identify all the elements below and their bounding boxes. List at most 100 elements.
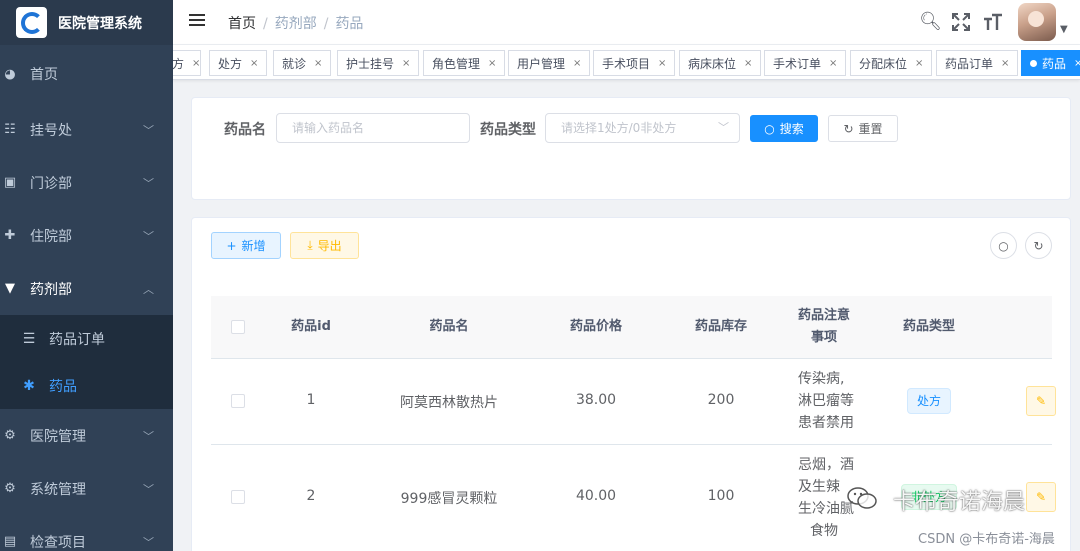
tag-item[interactable]: 方 × [173, 50, 201, 76]
type-tag-prescription: 处方 [907, 388, 952, 414]
checkup-icon: ▤ [3, 534, 17, 549]
logo-area[interactable]: 医院管理系统 [0, 0, 173, 45]
tag-item[interactable]: 手术项目 × [593, 50, 676, 76]
close-icon[interactable]: × [1001, 58, 1009, 69]
font-size-icon[interactable] [983, 12, 1003, 32]
close-icon[interactable]: × [1074, 58, 1080, 69]
close-icon[interactable]: × [744, 58, 752, 69]
app-logo-icon [16, 7, 47, 38]
cell-price: 40.00 [575, 488, 617, 504]
sidebar-item-outpatient[interactable]: ▣ 门诊部 ﹀ [0, 156, 173, 209]
drug-name-label: 药品名 [224, 122, 266, 138]
column-header: 药品库存 [694, 319, 747, 334]
fullscreen-icon[interactable] [952, 13, 970, 31]
row-checkbox[interactable] [231, 490, 245, 504]
close-icon[interactable]: × [658, 58, 666, 69]
tag-label: 护士挂号 [346, 56, 395, 71]
active-dot-icon [1030, 59, 1037, 67]
registration-icon: ☷ [4, 122, 16, 137]
inpatient-icon: ✚ [4, 228, 16, 243]
sidebar-item-inpatient[interactable]: ✚ 住院部 ﹀ [0, 209, 173, 262]
tag-item[interactable]: 护士挂号 × [337, 50, 420, 76]
tag-item[interactable]: 角色管理 × [423, 50, 506, 76]
cell-stock: 100 [707, 488, 735, 504]
hamburger-icon[interactable] [189, 14, 205, 30]
list-icon: ☰ [22, 330, 36, 347]
edit-icon[interactable]: ✎ [1026, 386, 1056, 416]
drug-name-input[interactable]: 请输入药品名 [276, 113, 470, 143]
tag-item[interactable]: 用户管理 × [508, 50, 591, 76]
caret-down-icon[interactable]: ▼ [1060, 24, 1068, 35]
refresh-table-button[interactable]: ↻ [1025, 232, 1052, 259]
sidebar-item-home[interactable]: ◕ 首页 [0, 45, 173, 103]
table-header: 药品id 药品名 药品价格 药品库存 药品注意 事项 药品类型 [211, 296, 1052, 359]
close-icon[interactable]: × [915, 58, 923, 69]
column-header: 药品注意 事项 [789, 305, 859, 349]
outpatient-icon: ▣ [3, 175, 17, 190]
navbar: 首页 / 药剂部 / 药品 🔍︎ ▼ [173, 0, 1080, 45]
breadcrumb-item[interactable]: 首页 [228, 16, 256, 32]
tag-item[interactable]: 分配床位 × [850, 50, 933, 76]
tag-label: 角色管理 [432, 56, 481, 71]
tags-view: 方 × 处方 × 就诊 × 护士挂号 × 角色管理 × 用户管理 × 手术项目 × 病床床位 ×… [173, 45, 1080, 80]
sidebar-item-pharmacy[interactable]: ▼ 药剂部 ︿ [0, 262, 173, 315]
download-icon: ⤓ [307, 238, 313, 252]
select-all-checkbox[interactable] [231, 320, 245, 334]
tag-item-active[interactable]: 药品 × [1021, 50, 1080, 76]
sidebar-item-hospital-admin[interactable]: ⚙ 医院管理 ﹀ [0, 409, 173, 462]
chevron-down-icon: ﹀ [143, 229, 154, 243]
sidebar-item-registration[interactable]: ☷ 挂号处 ﹀ [0, 103, 173, 156]
sidebar-subitem-drug-orders[interactable]: ☰ 药品订单 [0, 315, 173, 362]
close-icon[interactable]: × [402, 58, 410, 69]
select-placeholder: 请选择1处方/0非处方 [561, 121, 677, 135]
note-line: 食物 [810, 523, 838, 539]
button-label: 搜索 [779, 122, 804, 136]
sidebar-subitem-drugs[interactable]: ✱ 药品 [0, 362, 173, 409]
tag-label: 处方 [218, 56, 243, 71]
search-icon: ○ [764, 121, 775, 136]
tag-item[interactable]: 手术订单 × [764, 50, 847, 76]
close-icon[interactable]: × [314, 58, 322, 69]
drug-type-select[interactable]: 请选择1处方/0非处方 ﹀ [545, 113, 740, 143]
row-checkbox[interactable] [231, 394, 245, 408]
reset-button[interactable]: ↻ 重置 [828, 115, 898, 142]
header-line: 事项 [810, 330, 837, 345]
search-icon: ○ [998, 238, 1009, 253]
wechat-icon [847, 487, 877, 509]
close-icon[interactable]: × [829, 58, 837, 69]
tag-item[interactable]: 药品订单 × [936, 50, 1019, 76]
watermark-csdn: CSDN @卡布奇诺-海晨 [918, 532, 1055, 547]
export-button[interactable]: ⤓ 导出 [290, 232, 359, 259]
watermark-text: 卡布奇诺海晨 [893, 490, 1026, 515]
avatar[interactable] [1018, 3, 1056, 41]
chevron-down-icon: ﹀ [718, 121, 729, 134]
breadcrumb-item: 药剂部 [274, 16, 317, 32]
cell-name: 999感冒灵颗粒 [400, 491, 498, 507]
button-label: 新增 [241, 239, 266, 253]
sidebar-item-checkup[interactable]: ▤ 检查项目 ﹀ [0, 515, 173, 551]
close-icon[interactable]: × [488, 58, 496, 69]
close-icon[interactable]: × [192, 58, 200, 69]
search-button[interactable]: ○ 搜索 [750, 115, 818, 142]
button-label: 重置 [858, 122, 883, 136]
tag-item[interactable]: 就诊 × [273, 50, 332, 76]
tag-item[interactable]: 处方 × [209, 50, 268, 76]
column-header: 药品id [291, 319, 331, 334]
close-icon[interactable]: × [573, 58, 581, 69]
close-icon[interactable]: × [250, 58, 258, 69]
add-button[interactable]: + 新增 [211, 232, 281, 259]
note-line: 传染病, [798, 371, 845, 387]
chevron-down-icon: ﹀ [143, 535, 154, 549]
edit-icon[interactable]: ✎ [1026, 482, 1056, 512]
cell-id: 2 [306, 488, 316, 504]
sidebar-item-system-admin[interactable]: ⚙ 系统管理 ﹀ [0, 462, 173, 515]
tag-item[interactable]: 病床床位 × [679, 50, 762, 76]
refresh-icon: ↻ [1033, 238, 1044, 253]
plus-icon: + [226, 238, 237, 253]
refresh-icon: ↻ [843, 121, 854, 136]
dashboard-icon: ◕ [4, 66, 16, 82]
toggle-search-button[interactable]: ○ [990, 232, 1017, 259]
sidebar-item-label: 门诊部 [30, 175, 72, 192]
chevron-down-icon: ﹀ [143, 176, 154, 190]
search-icon[interactable]: 🔍︎ [919, 11, 942, 32]
